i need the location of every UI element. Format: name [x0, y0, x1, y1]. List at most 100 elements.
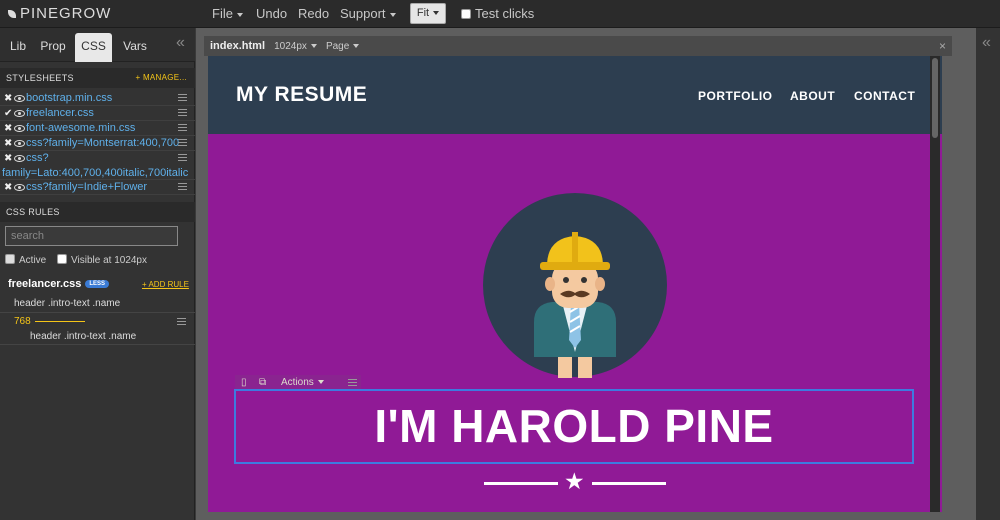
disabled-x-icon[interactable]: ✖ [4, 122, 14, 136]
nav-contact[interactable]: CONTACT [854, 89, 915, 103]
menu-icon[interactable] [177, 318, 186, 325]
menu-icon[interactable] [178, 124, 187, 131]
nav-about[interactable]: ABOUT [790, 89, 835, 103]
divider [0, 312, 195, 313]
duplicate-icon[interactable]: ⧉ [259, 375, 266, 390]
menu-icon[interactable] [178, 94, 187, 101]
collapse-right-icon[interactable]: « [982, 34, 991, 52]
app-logo: PINEGROW [8, 5, 111, 22]
test-clicks-toggle[interactable]: Test clicks [461, 6, 534, 21]
canvas-area: index.html 1024px Page × MY RESUME PORTF… [196, 28, 976, 520]
element-toolbar: ▯ ⧉ Actions [235, 375, 361, 390]
eye-icon[interactable] [14, 124, 25, 132]
avatar [483, 193, 667, 378]
tab-vars[interactable]: Vars [116, 33, 154, 62]
stylesheet-row[interactable]: ✖ bootstrap.min.css [0, 91, 195, 106]
disabled-x-icon[interactable]: ✖ [4, 152, 14, 166]
caret-down-icon [236, 12, 243, 17]
page-menu[interactable]: Page [325, 41, 360, 52]
nav-portfolio[interactable]: PORTFOLIO [698, 89, 773, 103]
disabled-x-icon[interactable]: ✖ [4, 137, 14, 151]
add-rule-link[interactable]: + ADD RULE [142, 280, 189, 289]
file-menu-label: File [212, 6, 233, 21]
manage-stylesheets-link[interactable]: + MANAGE... [135, 68, 187, 88]
actions-label: Actions [281, 377, 314, 388]
site-brand[interactable]: MY RESUME [236, 83, 367, 107]
caret-down-icon [353, 44, 360, 49]
stylesheet-row[interactable]: ✔ freelancer.css [0, 106, 195, 121]
stylesheet-row[interactable]: ✖ css? family=Lato:400,700,400italic,700it… [0, 151, 195, 180]
disabled-x-icon[interactable]: ✖ [4, 92, 14, 106]
stylesheet-row[interactable]: ✖ font-awesome.min.css [0, 121, 195, 136]
eye-icon[interactable] [14, 183, 25, 191]
css-rule-row[interactable]: header .intro-text .name [14, 298, 120, 309]
scrollbar-thumb[interactable] [932, 58, 938, 138]
app-toolbar: PINEGROW File Undo Redo Support Fit Test… [0, 0, 1000, 28]
stylesheet-name-continued: family=Lato:400,700,400italic,700italic [2, 167, 189, 179]
tab-css[interactable]: CSS [75, 33, 112, 62]
rules-file-row: freelancer.css LESS [8, 278, 110, 290]
stylesheet-row[interactable]: ✖ css?family=Indie+Flower [0, 180, 195, 195]
stylesheet-row[interactable]: ✖ css?family=Montserrat:400,700 [0, 136, 195, 151]
caret-down-icon [317, 380, 324, 385]
caret-down-icon [310, 44, 317, 49]
star-icon: ★ [564, 468, 585, 494]
file-menu[interactable]: File [212, 6, 243, 21]
page-tab-bar: index.html 1024px Page × [204, 36, 952, 56]
tab-prop[interactable]: Prop [34, 33, 72, 62]
support-menu[interactable]: Support [340, 6, 396, 21]
divider-line-right [592, 482, 666, 485]
trash-icon[interactable]: ▯ [241, 375, 247, 390]
pine-leaf-icon [8, 10, 16, 18]
left-panel: Lib Prop CSS Vars « STYLESHEETS + MANAGE… [0, 28, 195, 520]
css-rules-header: CSS RULES [0, 202, 195, 222]
redo-button[interactable]: Redo [298, 6, 329, 21]
page-menu-label: Page [325, 41, 350, 52]
visible-label: Visible at 1024px [71, 255, 147, 266]
rule-filters: Active Visible at 1024px [5, 254, 147, 266]
less-badge: LESS [85, 280, 110, 288]
selected-element-outline[interactable]: I'M HAROLD PINE [234, 389, 914, 464]
enabled-check-icon[interactable]: ✔ [4, 107, 14, 121]
stylesheet-name: freelancer.css [26, 107, 94, 119]
menu-icon[interactable] [178, 109, 187, 116]
support-menu-label: Support [340, 6, 386, 21]
fit-button-label: Fit [416, 7, 430, 19]
menu-icon[interactable] [178, 183, 187, 190]
eye-icon[interactable] [14, 94, 25, 102]
fit-button[interactable]: Fit [410, 3, 446, 24]
media-query-label: 768 [14, 316, 85, 327]
menu-icon[interactable] [348, 379, 357, 386]
menu-icon[interactable] [178, 139, 187, 146]
divider-line-left [484, 482, 558, 485]
visible-checkbox[interactable] [57, 254, 68, 264]
active-checkbox[interactable] [5, 254, 15, 264]
actions-menu[interactable]: Actions [281, 375, 324, 390]
close-icon[interactable]: × [939, 36, 946, 56]
divider [0, 344, 195, 345]
width-selector[interactable]: 1024px [274, 41, 317, 52]
eye-icon[interactable] [14, 109, 25, 117]
page-file-name[interactable]: index.html [210, 40, 265, 52]
active-label: Active [19, 255, 47, 266]
tab-lib[interactable]: Lib [4, 33, 32, 62]
app-logo-text: PINEGROW [20, 5, 112, 22]
menu-icon[interactable] [178, 154, 187, 161]
eye-icon[interactable] [14, 154, 25, 162]
stylesheets-header: STYLESHEETS + MANAGE... [0, 68, 195, 88]
css-rules-title: CSS RULES [6, 207, 60, 217]
undo-button[interactable]: Undo [256, 6, 287, 21]
disabled-x-icon[interactable]: ✖ [4, 181, 14, 195]
rules-file-name: freelancer.css [8, 278, 82, 290]
site-navbar: MY RESUME PORTFOLIO ABOUT CONTACT [208, 56, 942, 134]
css-rule-row[interactable]: header .intro-text .name [30, 331, 136, 342]
search-input[interactable]: search [5, 226, 178, 246]
page-scrollbar[interactable] [930, 56, 940, 512]
eye-icon[interactable] [14, 139, 25, 147]
caret-down-icon [389, 12, 396, 17]
hero-heading[interactable]: I'M HAROLD PINE [236, 399, 912, 453]
media-query-line [34, 320, 85, 322]
collapse-left-icon[interactable]: « [176, 34, 185, 52]
stylesheet-name: css?family=Indie+Flower [26, 181, 148, 193]
test-clicks-checkbox[interactable] [461, 9, 471, 19]
